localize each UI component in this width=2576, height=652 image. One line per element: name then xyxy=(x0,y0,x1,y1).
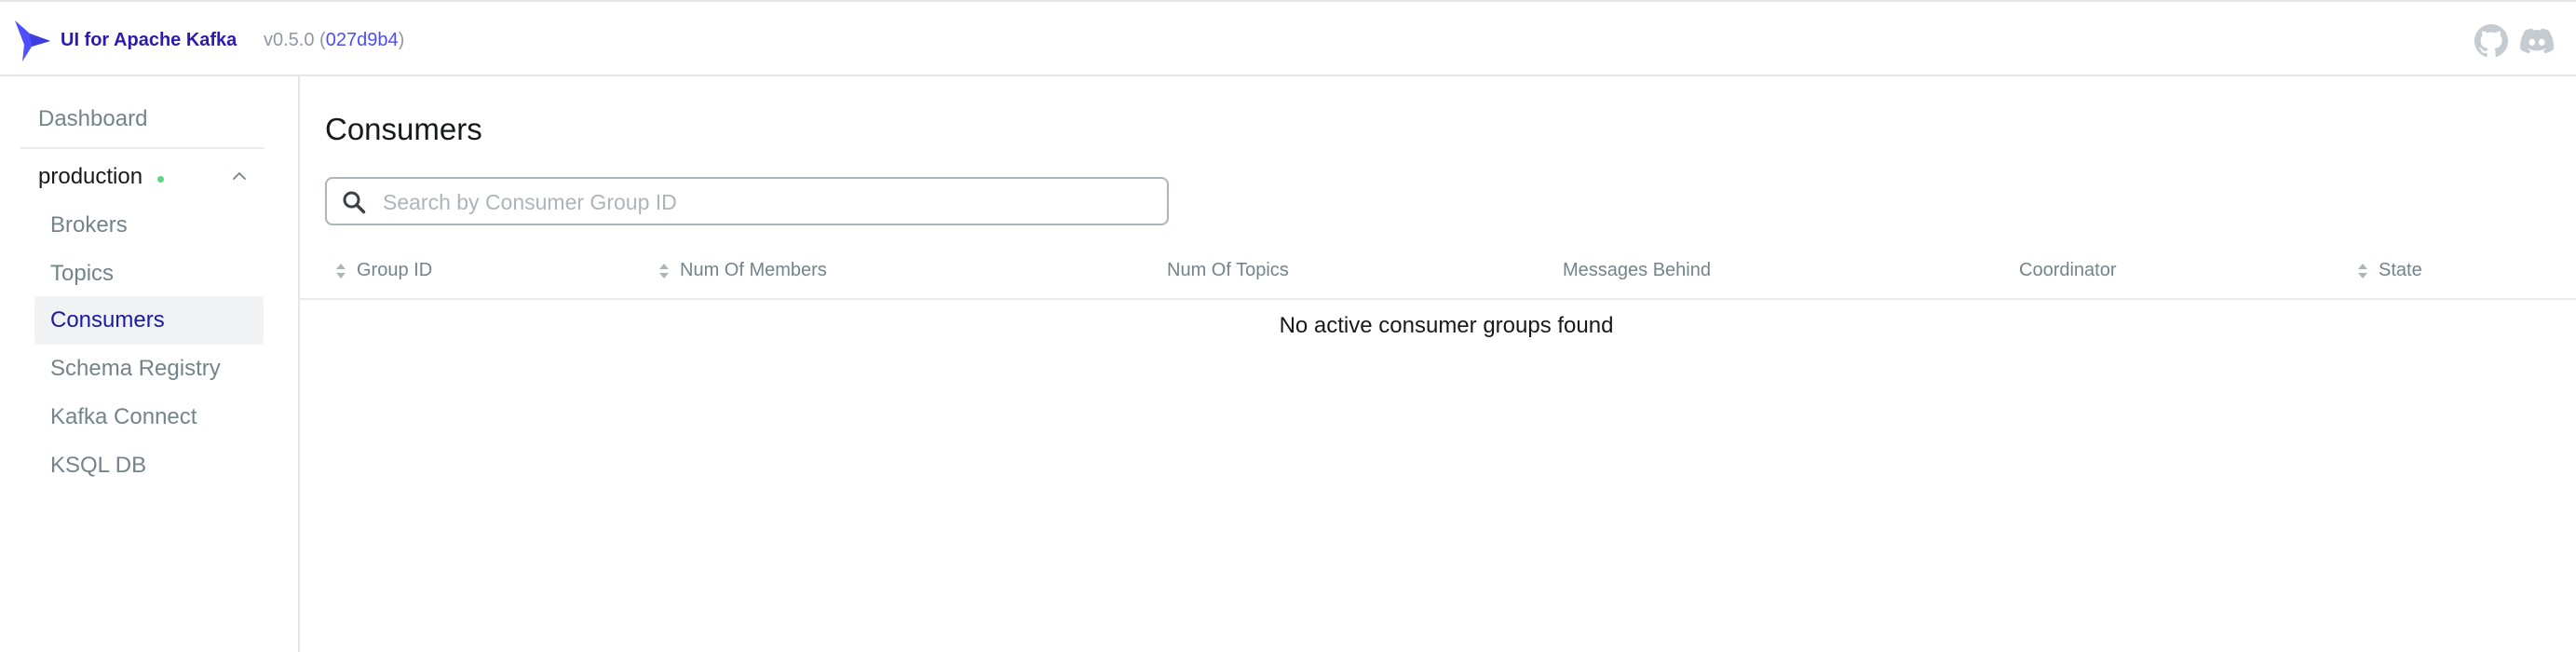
column-header-group-id[interactable]: Group ID xyxy=(335,260,432,281)
column-header-label: Coordinator xyxy=(2019,260,2117,280)
cluster-status-dot xyxy=(157,176,164,183)
app-root: UI for Apache Kafka v0.5.0 (027d9b4) Das… xyxy=(0,0,2576,652)
column-header-coordinator: Coordinator xyxy=(2019,260,2117,281)
column-header-label: State xyxy=(2379,260,2422,280)
version-suffix: ) xyxy=(398,30,405,50)
column-header-messages-behind: Messages Behind xyxy=(1563,260,1711,281)
column-header-label: Group ID xyxy=(357,260,433,280)
version-text: v0.5.0 (027d9b4) xyxy=(264,30,404,51)
sort-icon xyxy=(659,263,669,278)
sidebar-divider xyxy=(20,147,264,149)
search-input[interactable] xyxy=(381,179,1158,225)
column-header-label: Num Of Members xyxy=(680,260,827,280)
kafka-logo-icon xyxy=(15,20,50,61)
sidebar-item-brokers[interactable]: Brokers xyxy=(34,201,264,250)
column-header-state[interactable]: State xyxy=(2357,260,2422,281)
sidebar-item-topics[interactable]: Topics xyxy=(34,250,264,298)
sidebar-item-consumers[interactable]: Consumers xyxy=(34,296,264,345)
commit-link[interactable]: 027d9b4 xyxy=(326,30,399,50)
sidebar-item-schema-registry[interactable]: Schema Registry xyxy=(34,345,264,393)
chevron-up-icon xyxy=(233,172,246,180)
table-header-divider xyxy=(300,298,2576,300)
search-box xyxy=(325,177,1169,225)
version-prefix: v0.5.0 ( xyxy=(264,30,326,50)
github-icon[interactable] xyxy=(2474,24,2508,58)
cluster-name: production xyxy=(38,164,143,189)
discord-icon[interactable] xyxy=(2520,24,2554,58)
top-navbar: UI for Apache Kafka v0.5.0 (027d9b4) xyxy=(0,0,2576,76)
sidebar-item-kafka-connect[interactable]: Kafka Connect xyxy=(34,393,264,441)
sidebar: Dashboard production Brokers Topics Cons… xyxy=(0,76,300,652)
sort-icon xyxy=(336,263,346,278)
search-icon xyxy=(343,191,366,214)
empty-state-message: No active consumer groups found xyxy=(1279,313,1614,338)
page-title: Consumers xyxy=(325,112,482,146)
sidebar-item-ksql-db[interactable]: KSQL DB xyxy=(34,441,264,490)
sort-icon xyxy=(2358,263,2367,278)
column-header-label: Messages Behind xyxy=(1563,260,1711,280)
cluster-toggle[interactable]: production xyxy=(20,160,264,197)
brand-link[interactable] xyxy=(13,19,54,63)
sidebar-item-dashboard[interactable]: Dashboard xyxy=(38,106,147,132)
column-header-num-of-members[interactable]: Num Of Members xyxy=(658,260,827,281)
app-title[interactable]: UI for Apache Kafka xyxy=(61,30,237,51)
column-header-label: Num Of Topics xyxy=(1167,260,1289,280)
column-header-num-of-topics: Num Of Topics xyxy=(1167,260,1289,281)
